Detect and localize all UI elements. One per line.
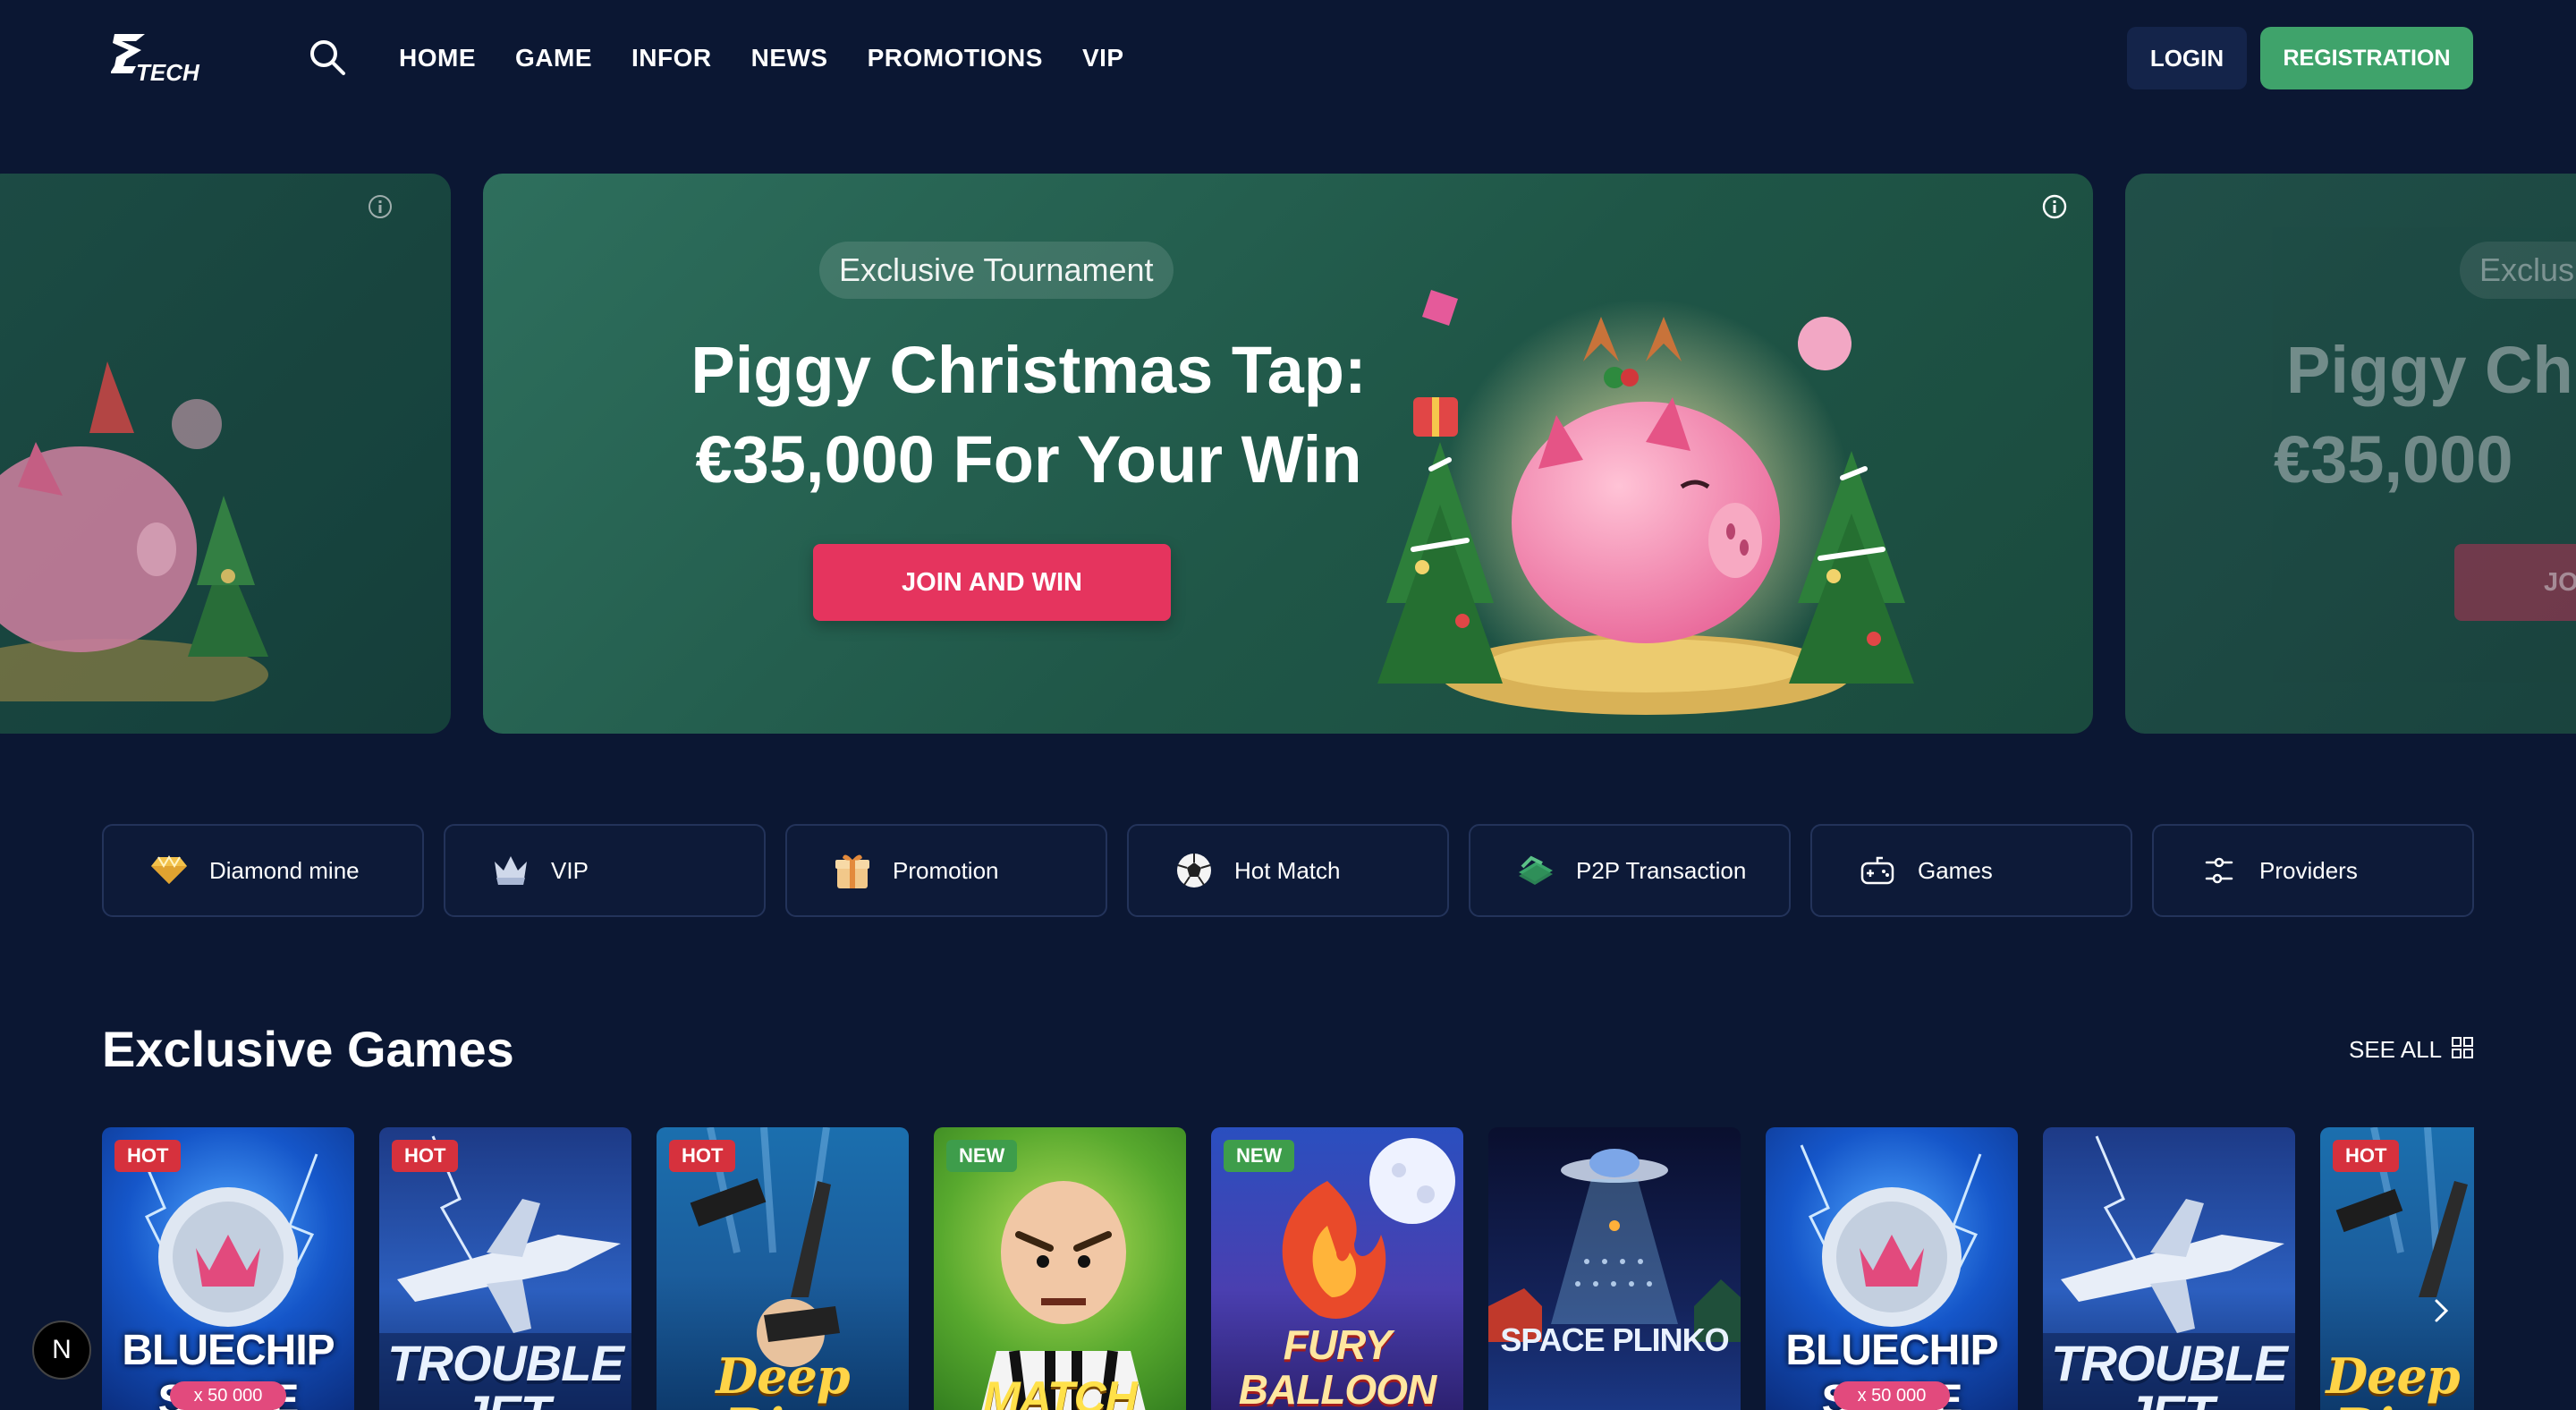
logo-text: TECH (136, 59, 200, 86)
soccer-ball-icon (1174, 850, 1215, 891)
category-label: Games (1918, 856, 1993, 884)
next-banner-badge: Exclusi (2460, 242, 2576, 299)
hot-badge: HOT (2333, 1140, 2400, 1172)
piggy-illustration (0, 361, 268, 701)
game-title: Deep Dive (2326, 1347, 2460, 1410)
category-promotion[interactable]: Promotion (785, 824, 1107, 917)
see-all-link[interactable]: SEE ALL (2349, 1036, 2474, 1064)
game-title: TROUBLE JET (2051, 1335, 2288, 1410)
site-header: TECH HOME GAME INFOR NEWS PROMOTIONS VIP… (0, 0, 2576, 116)
multiplier-badge: x 50 000 (1834, 1381, 1950, 1410)
main-nav: HOME GAME INFOR NEWS PROMOTIONS VIP (399, 0, 1124, 116)
piggy-christmas-illustration (1377, 290, 1914, 715)
registration-button[interactable]: REGISTRATION (2260, 27, 2473, 89)
category-label: P2P Transaction (1576, 856, 1747, 884)
category-label: Providers (2259, 856, 2358, 884)
tournament-badge: Exclusive Tournament (819, 242, 1174, 299)
diamond-icon (148, 850, 190, 891)
banner-title-line1: Piggy Christmas Tap: (691, 333, 1367, 407)
gamepad-icon (1857, 850, 1898, 891)
banner-title-line2: €35,000 For Your Win (695, 422, 1362, 497)
chevron-right-icon[interactable] (2419, 1288, 2463, 1333)
banner-slide-active: Exclusive Tournament Piggy Christmas Tap… (483, 174, 2093, 734)
game-title: Deep Dive (716, 1347, 850, 1410)
nav-news[interactable]: NEWS (751, 44, 828, 72)
money-icon (1515, 850, 1556, 891)
category-vip[interactable]: VIP (444, 824, 766, 917)
game-title: FURY BALLOON (1238, 1321, 1436, 1410)
category-providers[interactable]: Providers (2152, 824, 2474, 917)
nav-vip[interactable]: VIP (1082, 44, 1124, 72)
category-hot-match[interactable]: Hot Match (1127, 824, 1449, 917)
game-card-trouble-jet-2[interactable]: TROUBLE JET (2043, 1127, 2295, 1410)
category-label: Hot Match (1234, 856, 1341, 884)
game-title: MATCH (983, 1372, 1138, 1410)
site-logo[interactable]: TECH (109, 30, 208, 86)
next-banner-title: Piggy Ch €35,000 (2274, 326, 2573, 505)
nav-infor[interactable]: INFOR (631, 44, 712, 72)
join-and-win-button[interactable]: JOIN AND WIN (813, 544, 1171, 621)
grid-icon (2451, 1036, 2474, 1064)
category-label: VIP (551, 856, 589, 884)
nav-promotions[interactable]: PROMOTIONS (868, 44, 1043, 72)
category-label: Promotion (893, 856, 999, 884)
login-button[interactable]: LOGIN (2127, 27, 2247, 89)
nav-home[interactable]: HOME (399, 44, 476, 72)
crown-icon (490, 850, 531, 891)
hot-badge: HOT (114, 1140, 182, 1172)
see-all-label: SEE ALL (2349, 1036, 2443, 1063)
next-banner-title-line1: Piggy Ch (2286, 333, 2573, 407)
game-card-deep-dive-2[interactable]: HOT Deep Dive (2320, 1127, 2474, 1410)
hot-badge: HOT (392, 1140, 459, 1172)
gift-icon (832, 850, 873, 891)
new-badge: NEW (1224, 1140, 1295, 1172)
banner-title: Piggy Christmas Tap: €35,000 For Your Wi… (617, 326, 1440, 505)
category-games[interactable]: Games (1810, 824, 2132, 917)
game-card-trouble-jet[interactable]: HOT TROUBLE JET (379, 1127, 631, 1410)
game-card-bluechip-space[interactable]: HOT BLUECHIP SPACE x 50 000 (102, 1127, 354, 1410)
games-carousel: HOT BLUECHIP SPACE x 50 000 HOT TROUBLE … (102, 1127, 2474, 1410)
banner-slide-previous[interactable] (0, 174, 451, 734)
multiplier-badge: x 50 000 (170, 1381, 286, 1410)
section-title: Exclusive Games (102, 1021, 514, 1077)
category-label: Diamond mine (209, 856, 360, 884)
search-icon[interactable] (308, 38, 347, 77)
banner-slide-next[interactable]: Exclusi Piggy Ch €35,000 JO (2125, 174, 2576, 734)
category-bar: Diamond mine VIP Promotion Hot Match P2P… (102, 824, 2474, 917)
floating-n-badge[interactable]: N (32, 1321, 91, 1380)
game-art (1488, 1149, 1741, 1342)
game-card-space-plinko[interactable]: SPACE PLINKO (1488, 1127, 1741, 1410)
game-title: TROUBLE JET (387, 1335, 624, 1410)
game-title: SPACE PLINKO (1500, 1321, 1729, 1358)
nav-game[interactable]: GAME (515, 44, 592, 72)
new-badge: NEW (946, 1140, 1018, 1172)
next-banner-cta[interactable]: JO (2454, 544, 2576, 621)
sliders-icon (2199, 850, 2240, 891)
game-card-match[interactable]: NEW MATCH (934, 1127, 1186, 1410)
hot-badge: HOT (669, 1140, 736, 1172)
info-icon[interactable] (367, 193, 394, 220)
game-card-bluechip-space-2[interactable]: BLUECHIP SPACE x 50 000 (1766, 1127, 2018, 1410)
category-diamond-mine[interactable]: Diamond mine (102, 824, 424, 917)
next-banner-title-line2: €35,000 (2274, 422, 2513, 497)
info-icon[interactable] (2041, 193, 2068, 220)
game-card-deep-dive[interactable]: HOT Deep Dive (657, 1127, 909, 1410)
game-card-fury-balloon[interactable]: NEW FURY BALLOON (1211, 1127, 1463, 1410)
category-p2p-transaction[interactable]: P2P Transaction (1469, 824, 1791, 917)
